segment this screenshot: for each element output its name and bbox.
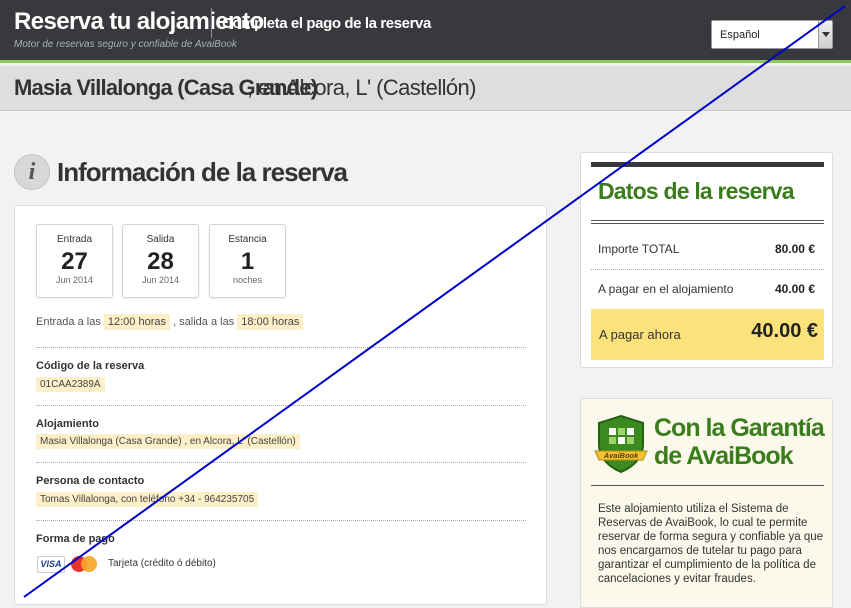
property-band: Masia Villalonga (Casa Grande) , en Alco…	[0, 66, 851, 111]
guarantee-text: Este alojamiento utiliza el Sistema de R…	[598, 503, 824, 585]
checkin-label: Entrada	[56, 234, 93, 245]
checkout-label: Salida	[146, 234, 175, 245]
booking-code-value: 01CAA2389A	[36, 377, 105, 392]
mastercard-icon	[69, 554, 99, 574]
divider	[36, 347, 526, 348]
divider	[36, 462, 526, 463]
checkout-date-box: Salida 28 Jun 2014	[122, 224, 199, 298]
divider	[36, 520, 526, 521]
checkin-time: 12:00 horas	[103, 314, 170, 330]
checkin-day: 27	[61, 248, 88, 275]
stay-length-box: Estancia 1 noches	[209, 224, 286, 298]
info-icon: i	[14, 154, 50, 190]
step-title: Completa el pago de la reserva	[222, 15, 431, 32]
pay-now-label: A pagar ahora	[599, 327, 681, 342]
guarantee-panel: AvaiBook Con la Garantía de AvaiBook Est…	[580, 398, 833, 608]
language-select[interactable]: Español	[711, 20, 833, 49]
payment-method-value: Tarjeta (crédito ó débito)	[108, 558, 216, 569]
guarantee-title-line2: de AvaiBook	[654, 442, 794, 470]
pay-at-property-label: A pagar en el alojamiento	[598, 282, 734, 296]
checkin-month: Jun 2014	[55, 275, 94, 285]
total-amount-label: Importe TOTAL	[598, 242, 680, 256]
contact-value: Tomas Villalonga, con teléfono +34 - 964…	[36, 492, 259, 507]
chevron-down-icon[interactable]	[818, 21, 832, 48]
checkin-checkout-times: Entrada a las 12:00 horas , salida a las…	[36, 314, 304, 330]
guarantee-title: Con la Garantía de AvaiBook	[654, 414, 825, 470]
stay-unit: noches	[232, 275, 263, 285]
divider	[591, 220, 824, 224]
times-middle: , salida a las	[173, 316, 235, 328]
accommodation-value: Masia Villalonga (Casa Grande) , en Alco…	[36, 434, 300, 449]
stay-label: Estancia	[228, 234, 267, 245]
booking-code-label: Código de la reserva	[36, 360, 145, 372]
checkout-day: 28	[147, 248, 174, 275]
contact-label: Persona de contacto	[36, 475, 145, 487]
divider	[36, 405, 526, 406]
badge-text: AvaiBook	[603, 451, 639, 460]
shield-badge-icon: AvaiBook	[594, 414, 648, 474]
divider	[591, 269, 824, 270]
panel-top-bar	[591, 162, 824, 167]
divider	[591, 485, 824, 486]
brand-subtitle: Motor de reservas seguro y confiable de …	[14, 39, 237, 50]
stay-nights: 1	[240, 248, 255, 275]
pay-at-property-value: 40.00 €	[774, 282, 815, 296]
top-header: Reserva tu alojamiento Motor de reservas…	[0, 0, 851, 63]
section-title: Información de la reserva	[57, 157, 348, 187]
times-prefix: Entrada a las	[36, 316, 101, 328]
guarantee-title-line1: Con la Garantía	[654, 414, 825, 442]
checkout-month: Jun 2014	[141, 275, 180, 285]
visa-icon: VISA	[37, 556, 65, 573]
total-amount-value: 80.00 €	[774, 242, 815, 256]
language-select-value: Español	[720, 29, 760, 41]
checkout-time: 18:00 horas	[237, 314, 304, 330]
summary-title: Datos de la reserva	[598, 178, 795, 204]
property-location: , en Alcora, L' (Castellón)	[247, 75, 477, 100]
accommodation-label: Alojamiento	[36, 418, 99, 430]
header-divider	[211, 8, 212, 38]
reservation-info-card: Entrada 27 Jun 2014 Salida 28 Jun 2014 E…	[14, 205, 547, 605]
payment-method-label: Forma de pago	[36, 533, 115, 545]
pay-now-row: A pagar ahora 40.00 €	[591, 309, 824, 360]
reservation-summary-panel: Datos de la reserva Importe TOTAL 80.00 …	[580, 152, 833, 368]
pay-now-value: 40.00 €	[751, 320, 818, 342]
checkin-date-box: Entrada 27 Jun 2014	[36, 224, 113, 298]
